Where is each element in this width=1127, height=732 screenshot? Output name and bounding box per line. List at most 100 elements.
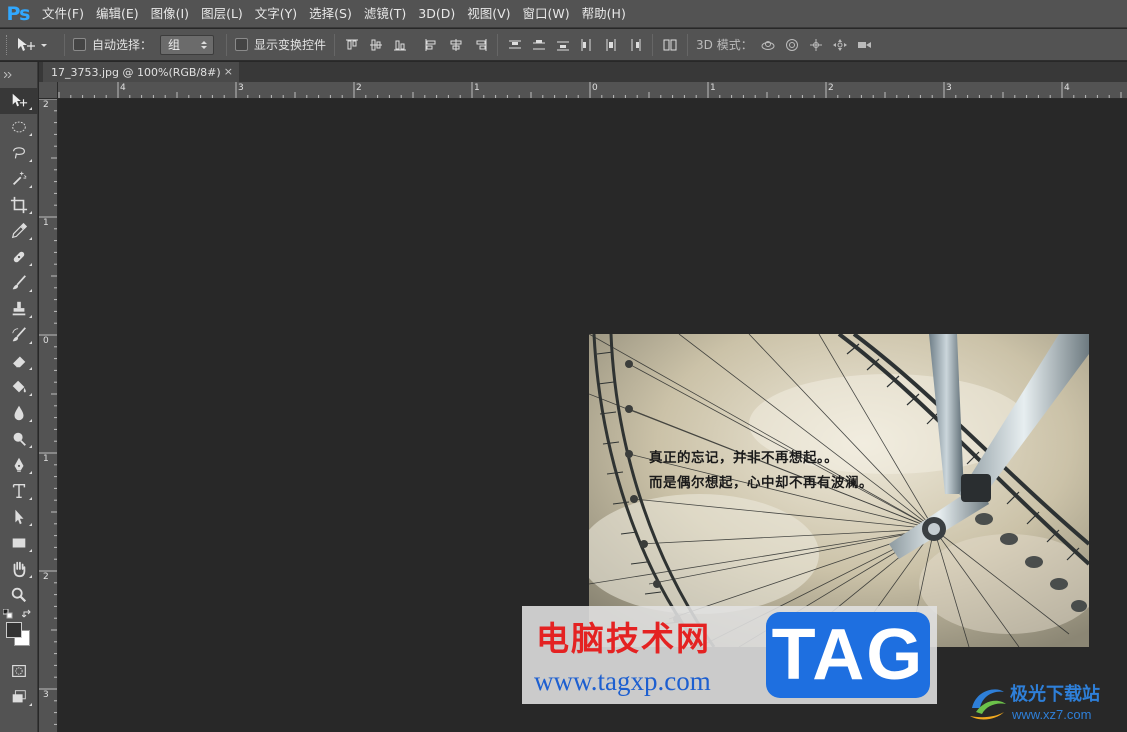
3d-pan-icon[interactable] bbox=[807, 37, 825, 53]
healing-brush-tool[interactable] bbox=[0, 244, 38, 270]
ruler-v-label: 1 bbox=[43, 218, 49, 228]
elliptical-marquee-tool[interactable] bbox=[0, 114, 38, 140]
default-colors-icon[interactable] bbox=[3, 609, 13, 619]
eyedropper-tool[interactable] bbox=[0, 218, 38, 244]
move-tool[interactable] bbox=[0, 88, 38, 114]
screen-mode-tool[interactable] bbox=[0, 684, 38, 710]
ruler-origin[interactable] bbox=[39, 82, 58, 99]
auto-select-dropdown[interactable]: 组 bbox=[160, 34, 215, 55]
clone-stamp-tool[interactable] bbox=[0, 296, 38, 322]
menu-type[interactable]: 文字(Y) bbox=[249, 0, 303, 28]
align-left-edges-icon[interactable] bbox=[423, 37, 441, 53]
show-transform-checkbox[interactable] bbox=[235, 38, 249, 51]
document-image[interactable]: 真正的忘记，并非不再想起。。 而是偶尔想起，心中却不再有波澜。 bbox=[589, 334, 1089, 647]
blur-tool[interactable] bbox=[0, 400, 38, 426]
menu-3d[interactable]: 3D(D) bbox=[412, 0, 461, 28]
document-tab-bar: 17_3753.jpg @ 100%(RGB/8#) × bbox=[39, 62, 1127, 82]
zoom-tool[interactable] bbox=[0, 582, 38, 608]
menu-select[interactable]: 选择(S) bbox=[303, 0, 358, 28]
ruler-v-label: 2 bbox=[43, 100, 49, 110]
rectangle-tool[interactable] bbox=[0, 530, 38, 556]
water-drop-icon bbox=[14, 405, 24, 421]
move-tool-icon bbox=[12, 93, 28, 107]
distribute-vcenter-icon[interactable] bbox=[530, 37, 548, 53]
hand-tool[interactable] bbox=[0, 556, 38, 582]
quick-mask-tool[interactable] bbox=[0, 658, 38, 684]
horizontal-ruler[interactable]: 4 3 2 1 0 1 2 3 4 bbox=[58, 82, 1127, 99]
site-logo-url: www.xz7.com bbox=[1012, 707, 1092, 722]
menu-help[interactable]: 帮助(H) bbox=[576, 0, 632, 28]
distribute-top-icon[interactable] bbox=[506, 37, 524, 53]
tool-preset-picker[interactable] bbox=[16, 37, 48, 53]
distribute-bottom-icon[interactable] bbox=[554, 37, 572, 53]
3d-roll-icon[interactable] bbox=[783, 37, 801, 53]
eraser-icon bbox=[12, 356, 26, 368]
ruler-h-label: 3 bbox=[946, 83, 952, 93]
tool-flyout-indicator bbox=[29, 367, 32, 370]
menu-image[interactable]: 图像(I) bbox=[145, 0, 195, 28]
lasso-tool[interactable] bbox=[0, 140, 38, 166]
auto-select-label: 自动选择： bbox=[92, 38, 153, 52]
history-brush-tool[interactable] bbox=[0, 322, 38, 348]
move-tool-icon bbox=[18, 37, 35, 51]
document-tab[interactable]: 17_3753.jpg @ 100%(RGB/8#) × bbox=[43, 62, 239, 82]
tool-flyout-indicator bbox=[29, 237, 32, 240]
aurora-logo-icon bbox=[970, 689, 1006, 720]
paint-bucket-tool[interactable] bbox=[0, 374, 38, 400]
close-tab-icon[interactable]: × bbox=[224, 65, 233, 78]
3d-scale-icon[interactable] bbox=[855, 37, 873, 53]
brush-tool[interactable] bbox=[0, 270, 38, 296]
type-tool[interactable] bbox=[0, 478, 38, 504]
3d-rotate-icon[interactable] bbox=[759, 37, 777, 53]
vertical-ruler[interactable]: 2 1 0 1 2 3 bbox=[39, 99, 58, 732]
ruler-h-label: 2 bbox=[828, 83, 834, 93]
pen-tool[interactable] bbox=[0, 452, 38, 478]
document-tab-title: 17_3753.jpg @ 100%(RGB/8#) bbox=[51, 65, 221, 79]
auto-select-checkbox[interactable] bbox=[73, 38, 86, 51]
separator bbox=[497, 33, 499, 56]
hand-icon bbox=[13, 561, 26, 578]
distribute-group bbox=[506, 37, 644, 53]
align-group bbox=[343, 37, 409, 53]
path-selection-tool[interactable] bbox=[0, 504, 38, 530]
align-vertical-centers-icon[interactable] bbox=[367, 37, 385, 53]
swap-colors-icon[interactable] bbox=[22, 609, 32, 619]
distribute-right-icon[interactable] bbox=[626, 37, 644, 53]
menu-layer[interactable]: 图层(L) bbox=[195, 0, 249, 28]
tool-flyout-indicator bbox=[29, 549, 32, 552]
distribute-hcenter-icon[interactable] bbox=[602, 37, 620, 53]
menu-view[interactable]: 视图(V) bbox=[461, 0, 516, 28]
eyedropper-icon bbox=[11, 222, 28, 239]
menu-file[interactable]: 文件(F) bbox=[36, 0, 90, 28]
menu-edit[interactable]: 编辑(E) bbox=[90, 0, 145, 28]
magic-wand-tool[interactable] bbox=[0, 166, 38, 192]
menu-filter[interactable]: 滤镜(T) bbox=[358, 0, 412, 28]
watermark-url: www.tagxp.com bbox=[534, 666, 711, 696]
dodge-tool[interactable] bbox=[0, 426, 38, 452]
foreground-color-swatch[interactable] bbox=[6, 622, 22, 638]
tool-flyout-indicator bbox=[29, 419, 32, 422]
tool-flyout-indicator bbox=[29, 107, 32, 110]
align-horizontal-centers-icon[interactable] bbox=[447, 37, 465, 53]
separator bbox=[652, 33, 654, 56]
ruler-h-label: 1 bbox=[710, 83, 716, 93]
pen-icon bbox=[14, 457, 24, 472]
align-right-edges-icon[interactable] bbox=[471, 37, 489, 53]
eraser-tool[interactable] bbox=[0, 348, 38, 374]
show-transform-label: 显示变换控件 bbox=[254, 38, 327, 52]
3d-slide-icon[interactable] bbox=[831, 37, 849, 53]
auto-align-layers-icon[interactable] bbox=[661, 37, 679, 53]
updown-arrows-icon bbox=[201, 40, 208, 49]
toolbox-collapse[interactable] bbox=[0, 62, 37, 88]
watermark-tag-logo: TAG bbox=[766, 612, 930, 698]
color-swatches bbox=[0, 608, 38, 658]
tool-flyout-indicator bbox=[29, 497, 32, 500]
menu-window[interactable]: 窗口(W) bbox=[517, 0, 576, 28]
ruler-h-label: 4 bbox=[120, 83, 126, 93]
distribute-left-icon[interactable] bbox=[578, 37, 596, 53]
quick-mask-icon bbox=[12, 665, 26, 677]
align-top-edges-icon[interactable] bbox=[343, 37, 361, 53]
crop-tool[interactable] bbox=[0, 192, 38, 218]
align-bottom-edges-icon[interactable] bbox=[391, 37, 409, 53]
options-grip[interactable] bbox=[6, 34, 10, 55]
